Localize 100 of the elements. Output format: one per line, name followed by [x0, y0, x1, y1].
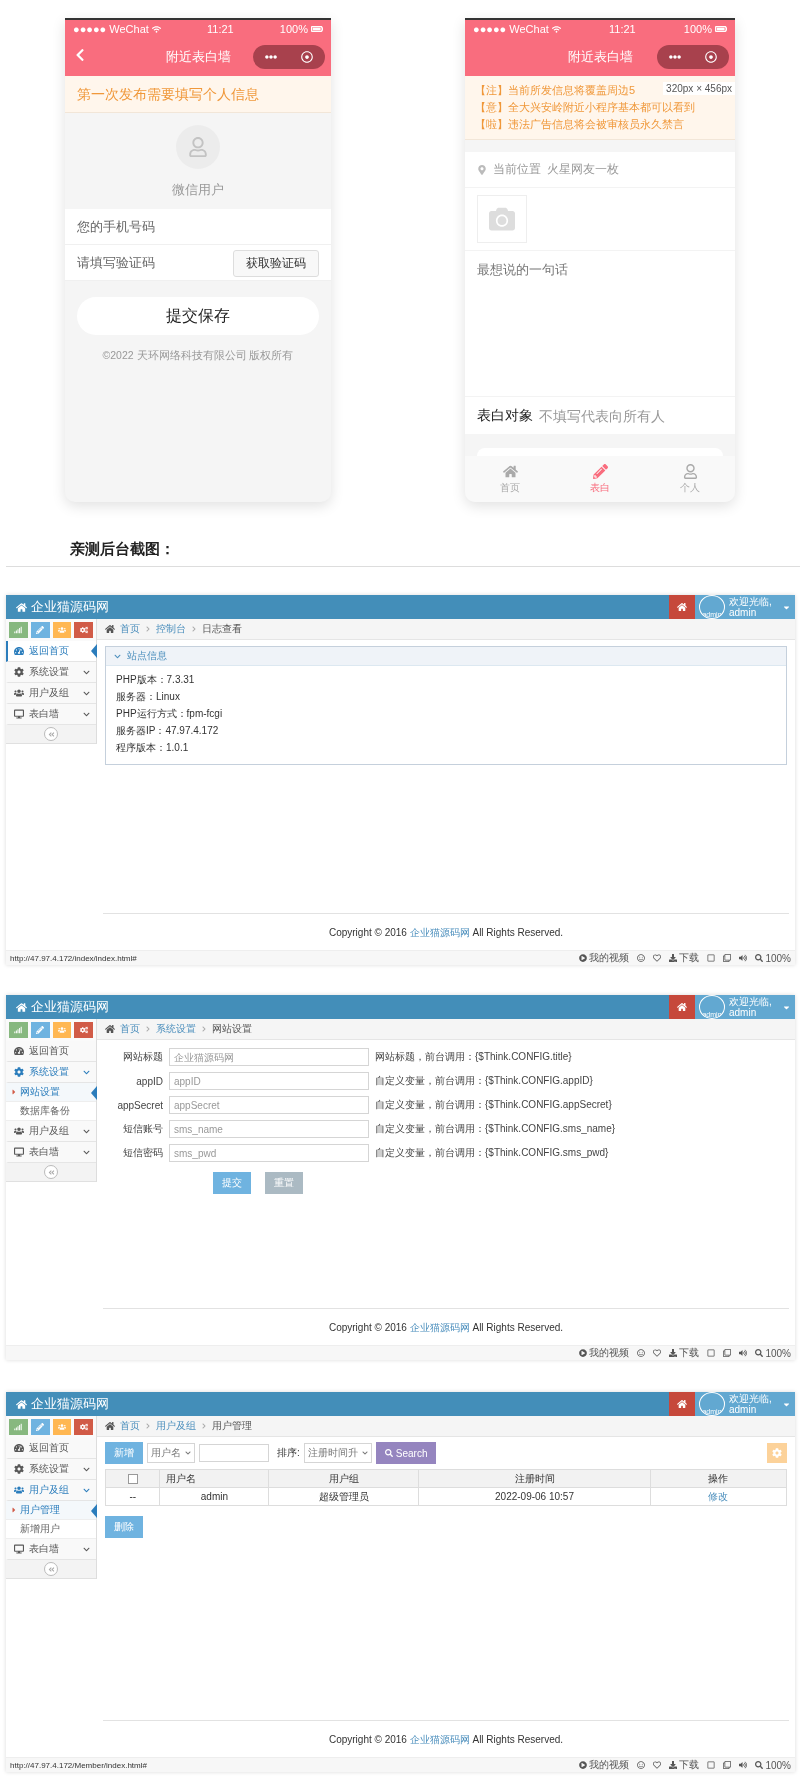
status-item[interactable]: 100% [755, 1347, 791, 1359]
submit-button[interactable]: 提交保存 [77, 297, 319, 335]
shortcut-button[interactable] [9, 622, 28, 638]
chevron-icon [83, 1465, 90, 1473]
shortcut-button[interactable] [9, 1419, 28, 1435]
speaker-icon[interactable] [739, 1761, 748, 1769]
site-link[interactable]: 企业猫源码网 [409, 927, 470, 938]
clock-text: 11:21 [609, 23, 636, 35]
edit-link[interactable]: 修改 [650, 1487, 787, 1506]
smile-icon[interactable] [637, 954, 646, 962]
speaker-icon[interactable] [739, 1349, 748, 1357]
shortcut-button[interactable] [9, 1022, 28, 1038]
close-icon[interactable] [301, 51, 313, 63]
input-field[interactable]: sms_pwd [169, 1144, 369, 1162]
shortcut-button[interactable] [74, 1022, 93, 1038]
filter-select[interactable]: 用户名 [147, 1443, 195, 1463]
close-icon[interactable] [705, 51, 717, 63]
status-item[interactable]: 100% [755, 952, 791, 964]
breadcrumb-link[interactable]: 用户及组 [156, 1419, 196, 1433]
sidebar-item[interactable]: 系统设置 [6, 1459, 96, 1480]
collapse-button[interactable] [44, 1562, 58, 1576]
sidebar-item[interactable]: 系统设置 [6, 662, 96, 683]
panel-header[interactable]: 站点信息 [106, 647, 786, 666]
breadcrumb-current: 日志查看 [202, 622, 242, 636]
submenu-item[interactable]: 用户管理 [6, 1501, 96, 1520]
sidebar-item[interactable]: 用户及组 [6, 1480, 96, 1501]
breadcrumb-link[interactable]: 首页 [120, 1419, 140, 1433]
zoom-icon [755, 1761, 764, 1769]
status-item[interactable]: 我的视频 [579, 951, 630, 965]
phone-field[interactable]: 您的手机号码 [65, 209, 331, 245]
checkbox[interactable] [127, 1474, 138, 1485]
battery-text: 100% [683, 23, 712, 35]
field-label: 短信密码 [122, 1146, 163, 1160]
shortcut-button[interactable] [30, 622, 50, 638]
chevron-icon [185, 1450, 191, 1456]
sidebar-item[interactable]: 返回首页 [6, 1041, 96, 1062]
heart-icon[interactable] [653, 1349, 662, 1357]
input-field[interactable]: appSecret [169, 1096, 369, 1114]
speaker-icon[interactable] [739, 954, 748, 962]
breadcrumb-link[interactable]: 控制台 [156, 622, 186, 636]
page-title: 附近表白墙 [566, 48, 634, 66]
sidebar-item[interactable]: 表白墙 [6, 704, 96, 725]
sidebar-item[interactable]: 系统设置 [6, 1062, 96, 1083]
input-field[interactable]: sms_name [169, 1120, 369, 1138]
smile-icon[interactable] [637, 1349, 646, 1357]
input-field[interactable]: 企业猫源码网 [169, 1048, 369, 1066]
heart-icon[interactable] [653, 1761, 662, 1769]
status-item[interactable]: 下载 [669, 1758, 700, 1772]
windows-icon[interactable] [723, 1761, 732, 1769]
status-item[interactable]: 100% [755, 1759, 791, 1771]
sort-select[interactable]: 注册时间升 [303, 1443, 372, 1463]
collapse-button[interactable] [44, 727, 58, 741]
get-code-button[interactable]: 获取验证码 [233, 250, 319, 277]
smile-icon[interactable] [637, 1761, 646, 1769]
notice-text: 【注】当前所发信息将覆盖周边5 [475, 83, 636, 98]
target-field[interactable]: 不填写代表向所有人 [539, 397, 735, 434]
column-header: 操作 [650, 1469, 787, 1488]
windows-icon[interactable] [723, 1349, 732, 1357]
site-link[interactable]: 企业猫源码网 [409, 1734, 470, 1745]
input-field[interactable]: appID [169, 1072, 369, 1090]
submenu-item[interactable]: 新增用户 [6, 1520, 96, 1539]
users-icon [57, 1423, 66, 1431]
chevron-icon [145, 1026, 151, 1032]
submenu-item[interactable]: 数据库备份 [6, 1102, 96, 1121]
breadcrumb-link[interactable]: 系统设置 [156, 1022, 196, 1036]
sidebar-item[interactable]: 用户及组 [6, 1121, 96, 1142]
home-button[interactable] [669, 1392, 695, 1416]
sidebar-item[interactable]: 返回首页 [6, 1438, 96, 1459]
status-item[interactable]: 下载 [669, 1346, 700, 1360]
heart-icon[interactable] [653, 954, 662, 962]
gear-icon [14, 1464, 24, 1474]
submenu-item[interactable]: 网站设置 [6, 1083, 96, 1102]
sidebar-item[interactable]: 返回首页 [6, 641, 96, 662]
collapse-button[interactable] [44, 1165, 58, 1179]
status-item[interactable]: 我的视频 [579, 1758, 630, 1772]
message-field[interactable]: 最想说的一句话 [465, 251, 735, 397]
windows-icon[interactable] [723, 954, 732, 962]
breadcrumb-link[interactable]: 首页 [120, 1022, 140, 1036]
sidebar-item[interactable]: 用户及组 [6, 683, 96, 704]
shortcut-button[interactable] [74, 622, 93, 638]
site-link[interactable]: 企业猫源码网 [409, 1322, 470, 1333]
search-field[interactable] [199, 1444, 269, 1462]
shortcut-button[interactable] [74, 1419, 93, 1435]
carrier-text: ●●●●● WeChat [473, 23, 549, 35]
capsule-menu[interactable] [657, 45, 729, 69]
home-icon [105, 1024, 115, 1034]
sidebar-item[interactable]: 表白墙 [6, 1539, 96, 1560]
sidebar-item[interactable]: 表白墙 [6, 1142, 96, 1163]
breadcrumb-link[interactable]: 首页 [120, 622, 140, 636]
status-item[interactable]: 下载 [669, 951, 700, 965]
home-button[interactable] [669, 595, 695, 619]
sort-label: 排序: [277, 1446, 300, 1460]
tab[interactable]: 表白 [555, 456, 645, 502]
status-item[interactable]: 我的视频 [579, 1346, 630, 1360]
shortcut-button[interactable] [30, 1419, 50, 1435]
search-button[interactable]: Search [375, 1442, 437, 1464]
capsule-menu[interactable] [253, 45, 325, 69]
shortcut-button[interactable] [30, 1022, 50, 1038]
field-hint: 自定义变量，前台调用：{$Think.CONFIG.appSecret} [375, 1098, 613, 1112]
home-button[interactable] [669, 995, 695, 1019]
